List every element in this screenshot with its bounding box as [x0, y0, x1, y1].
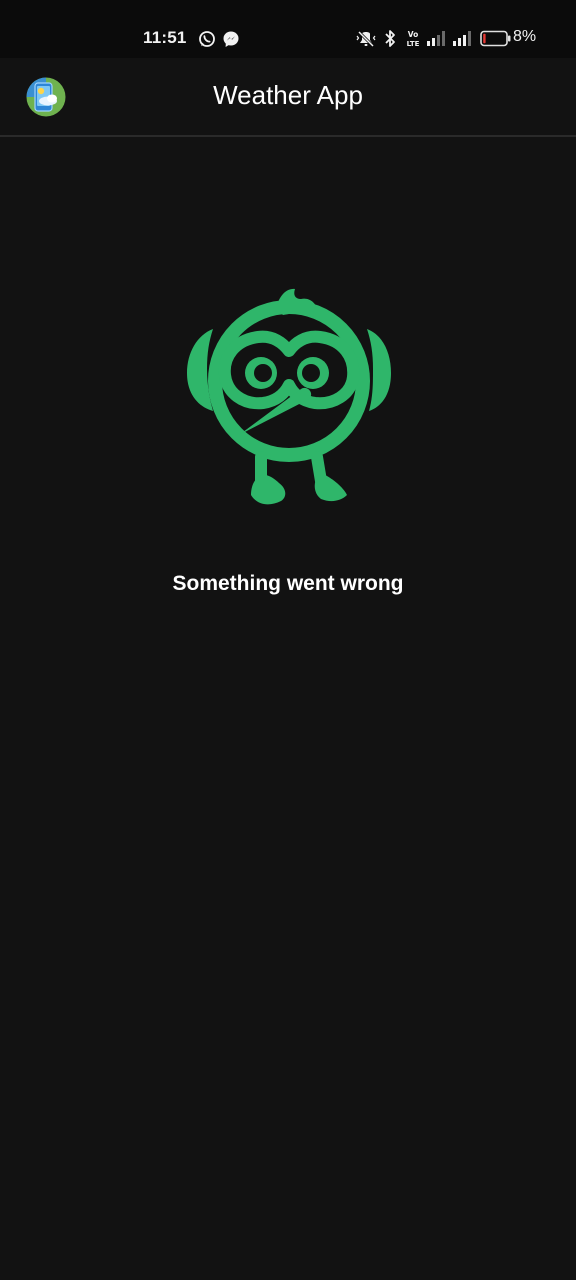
battery-percent: 8% — [513, 28, 537, 45]
bluetooth-icon — [385, 30, 395, 47]
battery-icon — [480, 30, 511, 47]
signal-icon — [427, 31, 445, 46]
volte-icon: Vo LTE — [407, 30, 420, 48]
vibrate-mute-icon — [356, 30, 376, 48]
app-title: Weather App — [213, 80, 363, 110]
whatsapp-icon — [199, 31, 215, 47]
status-bar: 11:51 Vo LTE 8% — [0, 0, 576, 58]
bird-mascot-icon — [187, 288, 391, 505]
status-time: 11:51 — [143, 28, 187, 47]
app-bar: Weather App — [0, 58, 576, 137]
error-message: Something went wrong — [172, 572, 404, 595]
signal-icon — [453, 31, 471, 46]
messenger-icon — [223, 31, 239, 47]
svg-text:Vo: Vo — [408, 30, 419, 39]
svg-text:LTE: LTE — [407, 40, 420, 48]
